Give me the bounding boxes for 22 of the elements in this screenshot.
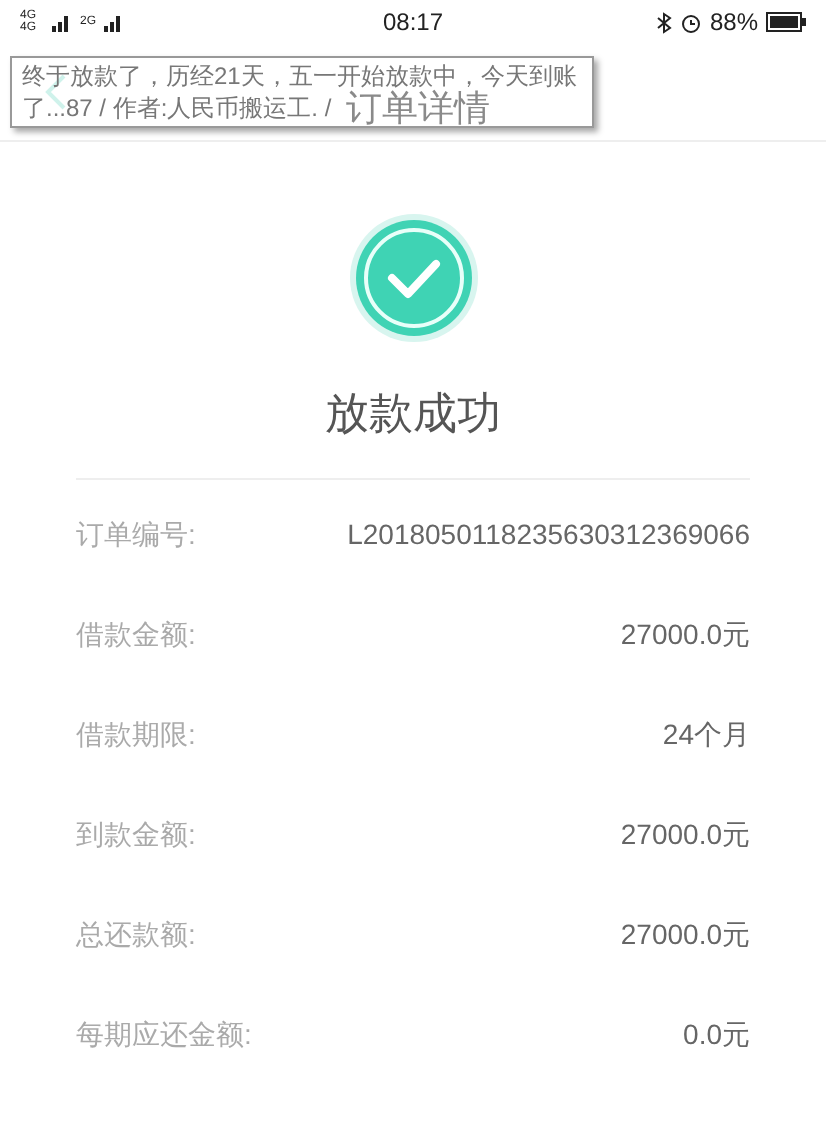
field-value: L2018050118235630312369066 [347,515,750,553]
field-label: 每期应还金额: [76,1015,252,1053]
signal-icon [104,12,125,32]
battery-icon [766,12,806,32]
field-label: 总还款额: [76,915,196,953]
result-title: 放款成功 [325,386,501,442]
page-title: 订单详情 [346,90,490,126]
field-value: 27000.0元 [620,915,750,953]
clock-time: 08:17 [382,6,444,40]
bluetooth-icon [655,11,672,33]
signal-icon [52,12,72,32]
success-check-icon [347,212,479,344]
alarm-icon [679,11,702,33]
field-value: 24个月 [662,715,750,753]
field-label: 到款金额: [76,815,196,853]
field-value: 27000.0元 [620,615,750,653]
battery-percent: 88% [709,6,758,40]
field-value: 27000.0元 [620,815,750,853]
field-label: 借款期限: [76,715,196,753]
field-value: 0.0元 [683,1015,750,1053]
field-label: 订单编号: [76,515,196,553]
field-label: 借款金额: [76,615,196,653]
